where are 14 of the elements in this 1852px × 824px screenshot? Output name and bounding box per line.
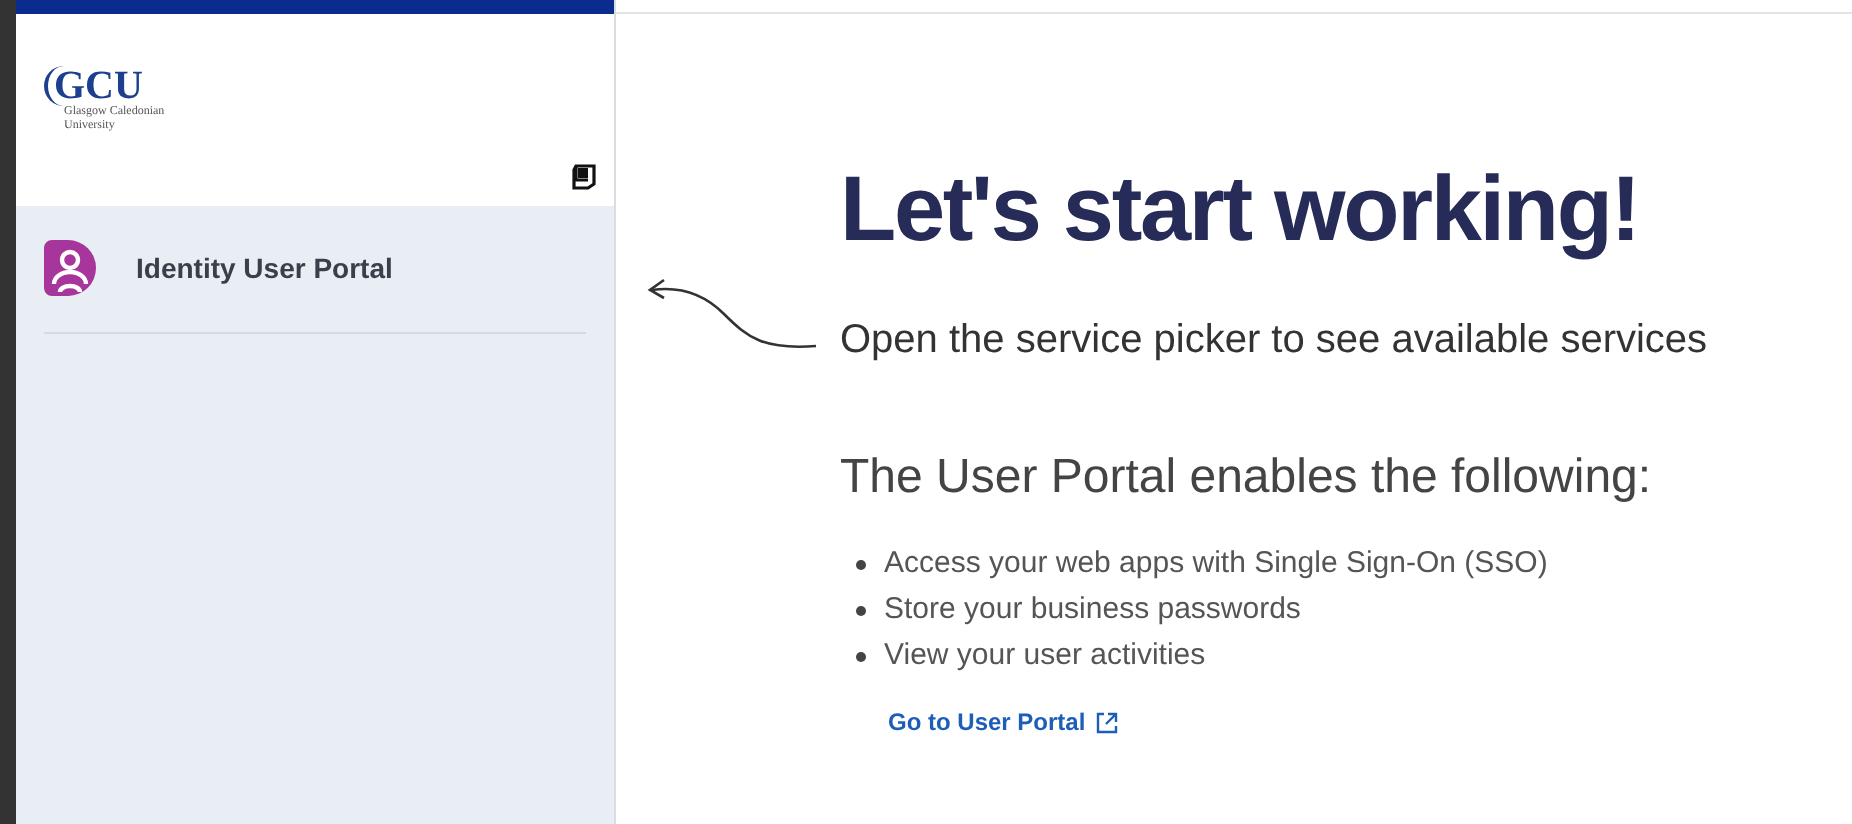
sidebar-item[interactable]: Identity User Portal <box>44 206 586 334</box>
hint-text: Open the service picker to see available services <box>840 316 1710 366</box>
feature-text: Access your web apps with Single Sign-On (SSO) <box>884 544 1548 585</box>
external-link-icon <box>1095 711 1118 733</box>
book-icon <box>570 162 598 190</box>
feature-text: Store your business passwords <box>884 590 1301 631</box>
section-title: The User Portal enables the following: <box>840 448 1654 508</box>
logo-mark: GCU <box>44 66 143 106</box>
bullet-icon <box>856 652 866 662</box>
user-portal-link[interactable]: Go to User Portal <box>888 704 1118 740</box>
bullet-icon <box>856 560 866 570</box>
feature-text: View your user activities <box>884 636 1206 677</box>
bullet-icon <box>856 606 866 616</box>
user-portal-icon <box>44 239 96 299</box>
